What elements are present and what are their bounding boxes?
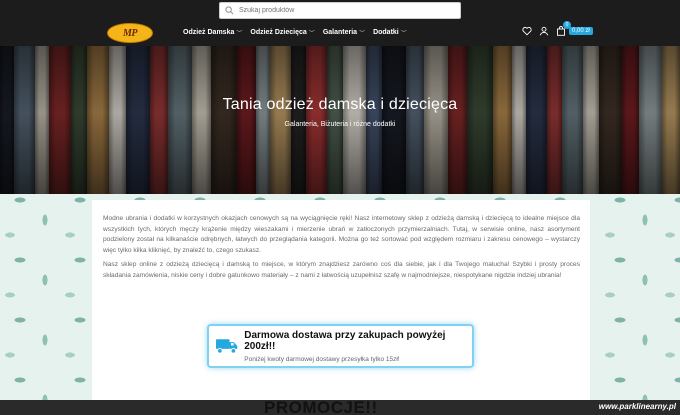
shipping-title: Darmowa dostawa przy zakupach powyżej 20… [244, 329, 446, 352]
intro-paragraph-2: Nasz sklep online z odzieżą dziecięcą i … [103, 261, 580, 279]
intro-section: Modne ubrania i dodatki w korzystnych ok… [92, 200, 590, 415]
free-shipping-banner: Darmowa dostawa przy zakupach powyżej 20… [207, 324, 474, 368]
cart-amount: 0,00 zł [569, 27, 593, 35]
nav-item-label: Odzież Damska [183, 29, 235, 36]
chevron-down-icon: ﹀ [400, 31, 407, 37]
watermark: www.parklinearny.pl [598, 402, 676, 411]
nav-item-label: Dodatki [373, 29, 399, 36]
hero-title: Tania odzież damska i dziecięca [222, 96, 458, 113]
intro-paragraph-1: Modne ubrania i dodatki w korzystnych ok… [103, 215, 580, 254]
nav-item-odziez-damska[interactable]: Odzież Damska ﹀ [183, 28, 242, 37]
cart-button[interactable]: 0 0,00 zł [556, 21, 593, 36]
nav-item-label: Galanteria [322, 29, 358, 36]
user-icon[interactable] [539, 26, 549, 36]
search-icon [225, 6, 234, 15]
promo-heading: PROMOCJE!! [264, 398, 378, 415]
search-input[interactable] [239, 7, 449, 14]
cart-count-badge: 0 [563, 21, 571, 29]
heart-icon[interactable] [522, 26, 532, 36]
hero-subtitle: Galanteria, Biżuteria i różne dodatki [284, 121, 396, 128]
site-header: MP Odzież Damska ﹀ Odzież Dziecięca ﹀ Ga… [0, 0, 680, 46]
shipping-subtitle: Poniżej kwoty darmowej dostawy przesyłka… [244, 355, 400, 363]
site-logo[interactable]: MP [107, 23, 153, 43]
header-icons: 0 0,00 zł [522, 21, 593, 36]
nav-item-dodatki[interactable]: Dodatki ﹀ [373, 28, 407, 37]
chevron-down-icon: ﹀ [236, 31, 243, 37]
nav-item-odziez-dziecieca[interactable]: Odzież Dziecięca ﹀ [250, 28, 314, 37]
delivery-truck-icon [215, 339, 238, 354]
chevron-down-icon: ﹀ [359, 31, 366, 37]
nav-item-galanteria[interactable]: Galanteria ﹀ [323, 28, 365, 37]
chevron-down-icon: ﹀ [308, 31, 315, 37]
hero-overlay [0, 46, 680, 194]
search-box[interactable] [219, 2, 461, 19]
main-nav: Odzież Damska ﹀ Odzież Dziecięca ﹀ Galan… [183, 28, 407, 37]
nav-item-label: Odzież Dziecięca [250, 29, 307, 36]
hero-banner: Tania odzież damska i dziecięca Galanter… [0, 46, 680, 194]
